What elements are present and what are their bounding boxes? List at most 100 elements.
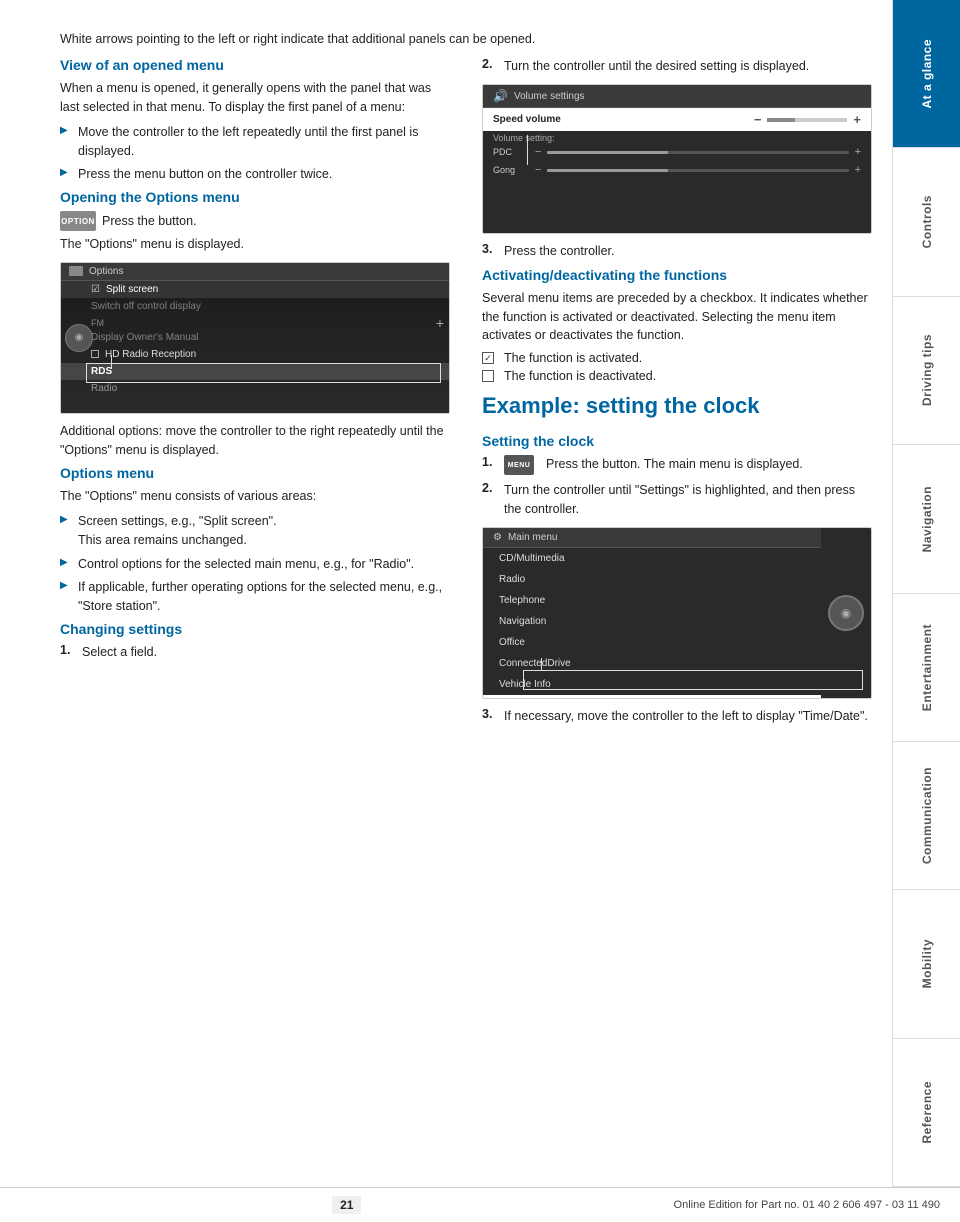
- step-2: 2. Turn the controller until the desired…: [482, 57, 872, 76]
- split-screen-check: ☑: [91, 284, 100, 295]
- page-footer: 21 Online Edition for Part no. 01 40 2 6…: [0, 1187, 960, 1222]
- tab-reference[interactable]: Reference: [893, 1039, 960, 1187]
- tab-driving-tips[interactable]: Driving tips: [893, 297, 960, 445]
- change-step-1-num: 1.: [60, 643, 76, 657]
- change-step-1-text: Select a field.: [82, 643, 157, 662]
- deactivated-text: The function is deactivated.: [504, 369, 656, 383]
- menu-item-telephone: Telephone: [483, 590, 821, 611]
- step-3: 3. Press the controller.: [482, 242, 872, 261]
- pdc-plus: +: [855, 146, 861, 158]
- activated-row: The function is activated.: [482, 351, 872, 365]
- options-right-arrow: +: [436, 315, 444, 331]
- tab-communication[interactable]: Communication: [893, 742, 960, 890]
- section-opening-options: Opening the Options menu OPTION Press th…: [60, 189, 450, 254]
- tab-at-a-glance[interactable]: At a glance: [893, 0, 960, 148]
- options-item-switch-off: Switch off control display: [61, 298, 449, 315]
- options-bullet-text-2: Control options for the selected main me…: [78, 555, 414, 574]
- footer-copyright: Online Edition for Part no. 01 40 2 606 …: [674, 1199, 940, 1211]
- tab-controls[interactable]: Controls: [893, 148, 960, 296]
- left-column: View of an opened menu When a menu is op…: [60, 57, 454, 1169]
- volume-title-icon: 🔊: [493, 89, 508, 103]
- section-heading-options-menu: Options menu: [60, 465, 450, 481]
- clock-step-1-text: Press the button. The main menu is displ…: [546, 455, 803, 474]
- clock-step-3: 3. If necessary, move the controller to …: [482, 707, 872, 726]
- tab-entertainment[interactable]: Entertainment: [893, 594, 960, 742]
- gong-row: Gong − +: [483, 161, 871, 179]
- section-heading-view: View of an opened menu: [60, 57, 450, 73]
- speed-volume-text: Speed volume: [493, 114, 561, 125]
- options-controller: ◉: [65, 324, 93, 352]
- main-menu-icon: ⚙: [493, 532, 502, 543]
- pointer-line: [111, 355, 112, 369]
- tab-controls-label: Controls: [920, 195, 934, 248]
- tab-entertainment-label: Entertainment: [920, 624, 934, 711]
- menu-button-icon: MENU: [504, 455, 534, 475]
- tab-mobility-label: Mobility: [920, 939, 934, 988]
- tab-navigation-label: Navigation: [920, 486, 934, 552]
- options-displayed-text: The "Options" menu is displayed.: [60, 235, 450, 254]
- tab-driving-tips-label: Driving tips: [920, 334, 934, 406]
- clock-step-1-num: 1.: [482, 455, 498, 469]
- example-heading: Example: setting the clock: [482, 393, 872, 419]
- setting-clock-heading: Setting the clock: [482, 433, 872, 449]
- section-options-menu: Options menu The "Options" menu consists…: [60, 465, 450, 616]
- clock-step-1: 1. MENU Press the button. The main menu …: [482, 455, 872, 475]
- main-pointer-line: [541, 658, 542, 670]
- tab-communication-label: Communication: [920, 767, 934, 864]
- bullet-arrow-2: ▶: [60, 167, 72, 178]
- pdc-row: PDC − +: [483, 143, 871, 161]
- tab-reference-label: Reference: [920, 1081, 934, 1144]
- option-button-row: OPTION Press the button.: [60, 211, 450, 231]
- options-screenshot: Options ☑ Split screen Switch off contro…: [60, 262, 450, 414]
- main-menu-title: Main menu: [508, 532, 557, 543]
- option-press-text: Press the button.: [102, 214, 197, 228]
- gong-fill: [547, 169, 667, 172]
- volume-title-bar: 🔊 Volume settings: [483, 85, 871, 108]
- section-view-opened-menu: View of an opened menu When a menu is op…: [60, 57, 450, 184]
- options-item-radio: Radio: [61, 380, 449, 397]
- hd-radio-checkbox: [91, 350, 99, 358]
- clock-step-2: 2. Turn the controller until "Settings" …: [482, 481, 872, 519]
- options-bullet-2: ▶ Control options for the selected main …: [60, 555, 450, 574]
- clock-step-3-text: If necessary, move the controller to the…: [504, 707, 868, 726]
- volume-speed-label: Speed volume − +: [483, 108, 871, 131]
- pdc-fill: [547, 151, 667, 154]
- options-title-icon: [69, 266, 83, 276]
- menu-item-navigation: Navigation: [483, 611, 821, 632]
- bullet-text-1: Move the controller to the left repeated…: [78, 123, 450, 161]
- options-section-fm: FM: [61, 315, 449, 329]
- tab-mobility[interactable]: Mobility: [893, 890, 960, 1038]
- volume-setting-label: Volume setting:: [483, 131, 871, 143]
- menu-item-cd: CD/Multimedia: [483, 548, 821, 569]
- main-menu-title-bar: ⚙ Main menu: [483, 528, 821, 548]
- section-heading-options: Opening the Options menu: [60, 189, 450, 205]
- options-bullet-3: ▶ If applicable, further operating optio…: [60, 578, 450, 616]
- options-item-hd-radio: HD Radio Reception: [61, 346, 449, 363]
- additional-options-text: Additional options: move the controller …: [60, 422, 450, 460]
- options-bullet-text-3: If applicable, further operating options…: [78, 578, 450, 616]
- clock-step-2-text: Turn the controller until "Settings" is …: [504, 481, 872, 519]
- speed-vol-minus: −: [754, 112, 762, 127]
- activated-text: The function is activated.: [504, 351, 642, 365]
- menu-item-radio: Radio: [483, 569, 821, 590]
- pdc-minus: −: [535, 146, 541, 158]
- main-select-bracket: [523, 670, 863, 690]
- bullet-item-1: ▶ Move the controller to the left repeat…: [60, 123, 450, 161]
- section-activating: Activating/deactivating the functions Se…: [482, 267, 872, 383]
- volume-screen-title: Volume settings: [514, 91, 585, 102]
- main-content: White arrows pointing to the left or rig…: [0, 0, 892, 1187]
- speed-vol-slider: [767, 118, 847, 122]
- tab-navigation[interactable]: Navigation: [893, 445, 960, 593]
- menu-item-office: Office: [483, 632, 821, 653]
- deactivated-row: The function is deactivated.: [482, 369, 872, 383]
- gong-plus: +: [855, 164, 861, 176]
- section-example-clock: Example: setting the clock Setting the c…: [482, 393, 872, 725]
- options-arrow-2: ▶: [60, 557, 72, 568]
- intro-text: White arrows pointing to the left or rig…: [60, 18, 872, 49]
- main-menu-screenshot: ⚙ Main menu CD/Multimedia Radio Telephon…: [482, 527, 872, 699]
- bullet-text-2: Press the menu button on the controller …: [78, 165, 332, 184]
- bullet-arrow-1: ▶: [60, 125, 72, 136]
- step-2-num: 2.: [482, 57, 498, 71]
- section-changing-settings: Changing settings 1. Select a field.: [60, 621, 450, 662]
- clock-step-2-num: 2.: [482, 481, 498, 495]
